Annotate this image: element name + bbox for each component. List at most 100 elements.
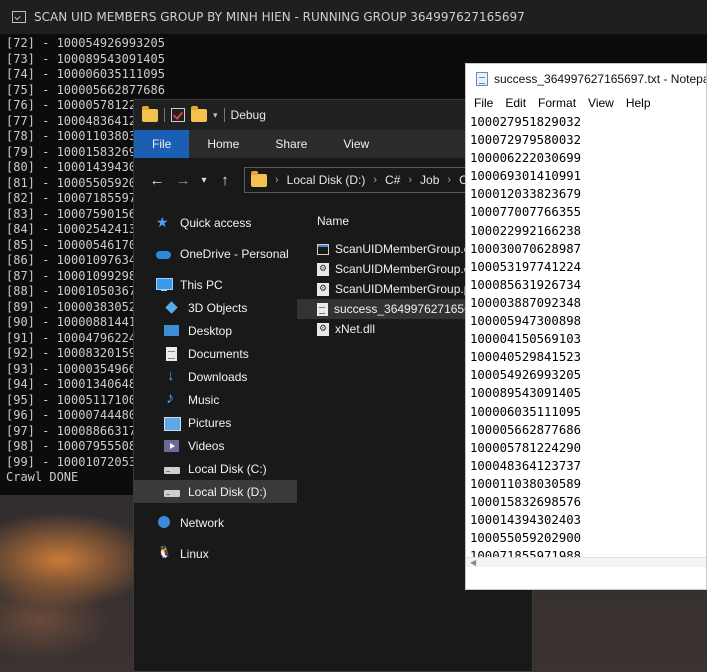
- tab-view[interactable]: View: [325, 130, 387, 158]
- nav-local-disk-c[interactable]: Local Disk (C:): [134, 457, 297, 480]
- console-app-icon: [12, 11, 26, 23]
- notepad-window[interactable]: success_364997627165697.txt - Notepad Fi…: [465, 63, 707, 590]
- nav-label: Videos: [188, 438, 225, 453]
- titlebar-separator: [223, 108, 225, 122]
- notepad-line: 100005947300898: [470, 314, 582, 329]
- notepad-line: 100085631926734: [470, 277, 582, 292]
- notepad-line: 100005662877686: [470, 422, 582, 437]
- nav-label: Network: [180, 515, 225, 530]
- notepad-line: 100055059202900: [470, 531, 582, 546]
- properties-icon[interactable]: [171, 108, 185, 122]
- linux-icon: [156, 545, 172, 561]
- menu-edit[interactable]: Edit: [499, 96, 532, 110]
- file-name: xNet.dll: [335, 322, 376, 336]
- nav-label: Documents: [188, 346, 249, 361]
- nav-pictures[interactable]: Pictures: [134, 411, 297, 434]
- explorer-title: Debug: [230, 108, 266, 122]
- notepad-line: 100006035111095: [470, 404, 582, 419]
- nav-label: Desktop: [188, 323, 233, 338]
- notepad-line: 100005781224290: [470, 440, 582, 455]
- notepad-line: 100069301410991: [470, 169, 582, 184]
- nav-videos[interactable]: Videos: [134, 434, 297, 457]
- nav-documents[interactable]: Documents: [134, 342, 297, 365]
- notepad-line: 100015832698576: [470, 494, 582, 509]
- text-file-icon: [317, 302, 328, 316]
- up-arrow-icon[interactable]: ↑: [212, 172, 238, 189]
- drive-icon: [164, 485, 180, 499]
- cloud-icon: [156, 247, 172, 261]
- nav-label: Quick access: [180, 215, 252, 230]
- nav-onedrive[interactable]: OneDrive - Personal: [134, 242, 297, 265]
- nav-this-pc[interactable]: This PC: [134, 273, 297, 296]
- music-icon: [164, 390, 180, 408]
- menu-file[interactable]: File: [468, 96, 499, 110]
- nav-network[interactable]: Network: [134, 511, 297, 534]
- breadcrumb-chevron-icon[interactable]: ›: [408, 174, 412, 186]
- document-icon: [164, 346, 180, 361]
- nav-local-disk-d[interactable]: Local Disk (D:): [134, 480, 297, 503]
- exe-icon: [317, 243, 329, 255]
- notepad-line: 100053197741224: [470, 259, 582, 274]
- notepad-line: 100077007766355: [470, 205, 582, 220]
- recent-locations-chevron-icon[interactable]: ▾: [196, 175, 212, 186]
- nav-desktop[interactable]: Desktop: [134, 319, 297, 342]
- nav-label: Local Disk (D:): [188, 484, 267, 499]
- address-folder-icon: [251, 170, 267, 187]
- console-titlebar[interactable]: SCAN UID MEMBERS GROUP BY MINH HIEN - RU…: [0, 0, 707, 34]
- new-folder-icon[interactable]: [191, 105, 207, 122]
- back-arrow-icon[interactable]: ←: [144, 172, 170, 189]
- file-name: ScanUIDMemberGroup.pdb: [335, 282, 484, 296]
- tab-share[interactable]: Share: [257, 130, 325, 158]
- notepad-line: 100040529841523: [470, 350, 582, 365]
- notepad-line: 100004150569103: [470, 332, 582, 347]
- notepad-title: success_364997627165697.txt - Notepad: [494, 71, 706, 86]
- notepad-line: 100014394302403: [470, 513, 582, 528]
- drive-icon: [164, 462, 180, 476]
- nav-label: Downloads: [188, 369, 248, 384]
- notepad-line: 100054926993205: [470, 368, 582, 383]
- notepad-titlebar[interactable]: success_364997627165697.txt - Notepad: [466, 64, 706, 93]
- file-name: ScanUIDMemberGroup.exe: [335, 242, 484, 256]
- nav-label: This PC: [180, 277, 223, 292]
- forward-arrow-icon[interactable]: →: [170, 172, 196, 189]
- config-icon: [317, 262, 329, 276]
- videos-icon: [164, 439, 180, 453]
- config-icon: [317, 282, 329, 296]
- menu-view[interactable]: View: [582, 96, 620, 110]
- breadcrumb-chevron-icon[interactable]: ›: [275, 174, 279, 186]
- nav-quick-access[interactable]: Quick access: [134, 211, 297, 234]
- notepad-line: 100089543091405: [470, 386, 582, 401]
- notepad-line: 100006222030699: [470, 151, 582, 166]
- breadcrumb-chevron-icon[interactable]: ›: [447, 174, 451, 186]
- notepad-text-area[interactable]: 100027951829032 100072979580032 1000062220…: [466, 113, 706, 558]
- notepad-line: 100003887092348: [470, 295, 582, 310]
- menu-help[interactable]: Help: [620, 96, 657, 110]
- nav-label: Linux: [180, 546, 209, 561]
- star-icon: [156, 214, 172, 231]
- nav-label: 3D Objects: [188, 300, 248, 315]
- nav-downloads[interactable]: Downloads: [134, 365, 297, 388]
- notepad-line: 100011038030589: [470, 476, 582, 491]
- nav-label: Music: [188, 392, 220, 407]
- notepad-line: 100030070628987: [470, 241, 582, 256]
- desktop-icon: [164, 324, 180, 338]
- tab-file[interactable]: File: [134, 130, 190, 158]
- nav-3d-objects[interactable]: 3D Objects: [134, 296, 297, 319]
- notepad-menu-bar: File Edit Format View Help: [466, 93, 706, 113]
- notepad-line: 100022992166238: [470, 223, 582, 238]
- breadcrumb-csharp[interactable]: C#: [385, 173, 400, 187]
- nav-linux[interactable]: Linux: [134, 542, 297, 565]
- breadcrumb-job[interactable]: Job: [420, 173, 439, 187]
- notepad-line: 100048364123737: [470, 458, 582, 473]
- menu-format[interactable]: Format: [532, 96, 582, 110]
- scroll-left-arrow-icon[interactable]: ◀: [470, 558, 476, 567]
- breadcrumb-chevron-icon[interactable]: ›: [373, 174, 377, 186]
- horizontal-scrollbar[interactable]: ◀: [466, 557, 706, 567]
- network-icon: [156, 515, 172, 530]
- tab-home[interactable]: Home: [189, 130, 257, 158]
- quick-access-dropdown-icon[interactable]: ▾: [213, 110, 218, 121]
- pictures-icon: [164, 416, 181, 431]
- nav-music[interactable]: Music: [134, 388, 297, 411]
- breadcrumb-local-disk-d[interactable]: Local Disk (D:): [287, 173, 366, 187]
- console-title: SCAN UID MEMBERS GROUP BY MINH HIEN - RU…: [34, 10, 525, 24]
